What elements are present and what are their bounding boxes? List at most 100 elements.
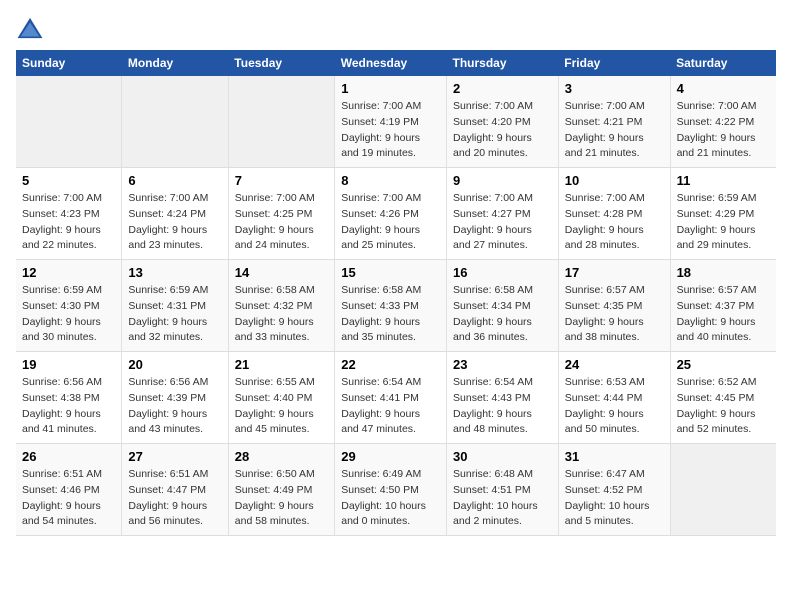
day-info: Sunrise: 7:00 AM Sunset: 4:22 PM Dayligh… [677, 99, 770, 162]
day-info: Sunrise: 6:47 AM Sunset: 4:52 PM Dayligh… [565, 467, 664, 530]
week-row-3: 12 Sunrise: 6:59 AM Sunset: 4:30 PM Dayli… [16, 260, 776, 352]
week-row-1: 1 Sunrise: 7:00 AM Sunset: 4:19 PM Daylig… [16, 76, 776, 168]
calendar-cell [16, 76, 122, 168]
calendar-cell: 16 Sunrise: 6:58 AM Sunset: 4:34 PM Dayli… [447, 260, 559, 352]
day-info: Sunrise: 6:59 AM Sunset: 4:30 PM Dayligh… [22, 283, 115, 346]
day-number: 9 [453, 173, 552, 188]
day-info: Sunrise: 6:59 AM Sunset: 4:31 PM Dayligh… [128, 283, 221, 346]
calendar-cell: 24 Sunrise: 6:53 AM Sunset: 4:44 PM Dayli… [558, 352, 670, 444]
day-number: 20 [128, 357, 221, 372]
day-number: 26 [22, 449, 115, 464]
calendar-cell: 9 Sunrise: 7:00 AM Sunset: 4:27 PM Daylig… [447, 168, 559, 260]
week-row-4: 19 Sunrise: 6:56 AM Sunset: 4:38 PM Dayli… [16, 352, 776, 444]
calendar-cell: 28 Sunrise: 6:50 AM Sunset: 4:49 PM Dayli… [228, 444, 334, 536]
calendar-cell: 23 Sunrise: 6:54 AM Sunset: 4:43 PM Dayli… [447, 352, 559, 444]
day-info: Sunrise: 7:00 AM Sunset: 4:27 PM Dayligh… [453, 191, 552, 254]
day-info: Sunrise: 6:59 AM Sunset: 4:29 PM Dayligh… [677, 191, 770, 254]
day-number: 10 [565, 173, 664, 188]
calendar-cell: 29 Sunrise: 6:49 AM Sunset: 4:50 PM Dayli… [335, 444, 447, 536]
day-number: 19 [22, 357, 115, 372]
weekday-header-friday: Friday [558, 50, 670, 76]
day-info: Sunrise: 7:00 AM Sunset: 4:23 PM Dayligh… [22, 191, 115, 254]
day-number: 15 [341, 265, 440, 280]
day-info: Sunrise: 7:00 AM Sunset: 4:20 PM Dayligh… [453, 99, 552, 162]
calendar-cell [670, 444, 776, 536]
day-number: 25 [677, 357, 770, 372]
day-number: 1 [341, 81, 440, 96]
weekday-header-sunday: Sunday [16, 50, 122, 76]
day-number: 4 [677, 81, 770, 96]
weekday-header-saturday: Saturday [670, 50, 776, 76]
day-number: 14 [235, 265, 328, 280]
day-info: Sunrise: 6:54 AM Sunset: 4:41 PM Dayligh… [341, 375, 440, 438]
calendar-cell: 22 Sunrise: 6:54 AM Sunset: 4:41 PM Dayli… [335, 352, 447, 444]
day-info: Sunrise: 6:58 AM Sunset: 4:32 PM Dayligh… [235, 283, 328, 346]
calendar-cell: 13 Sunrise: 6:59 AM Sunset: 4:31 PM Dayli… [122, 260, 228, 352]
calendar-cell: 6 Sunrise: 7:00 AM Sunset: 4:24 PM Daylig… [122, 168, 228, 260]
day-info: Sunrise: 7:00 AM Sunset: 4:24 PM Dayligh… [128, 191, 221, 254]
day-number: 18 [677, 265, 770, 280]
day-number: 30 [453, 449, 552, 464]
day-info: Sunrise: 7:00 AM Sunset: 4:19 PM Dayligh… [341, 99, 440, 162]
calendar-cell: 5 Sunrise: 7:00 AM Sunset: 4:23 PM Daylig… [16, 168, 122, 260]
day-number: 12 [22, 265, 115, 280]
calendar-cell: 15Sunrise: 6:58 AM Sunset: 4:33 PM Dayli… [335, 260, 447, 352]
calendar-cell: 3 Sunrise: 7:00 AM Sunset: 4:21 PM Daylig… [558, 76, 670, 168]
week-row-2: 5 Sunrise: 7:00 AM Sunset: 4:23 PM Daylig… [16, 168, 776, 260]
day-info: Sunrise: 7:00 AM Sunset: 4:21 PM Dayligh… [565, 99, 664, 162]
calendar-cell: 27 Sunrise: 6:51 AM Sunset: 4:47 PM Dayli… [122, 444, 228, 536]
day-info: Sunrise: 6:51 AM Sunset: 4:46 PM Dayligh… [22, 467, 115, 530]
weekday-header-monday: Monday [122, 50, 228, 76]
calendar-cell: 7 Sunrise: 7:00 AM Sunset: 4:25 PM Daylig… [228, 168, 334, 260]
weekday-header-tuesday: Tuesday [228, 50, 334, 76]
calendar-cell: 18 Sunrise: 6:57 AM Sunset: 4:37 PM Dayli… [670, 260, 776, 352]
day-number: 8 [341, 173, 440, 188]
page-header [16, 16, 776, 40]
logo-icon [16, 16, 44, 40]
day-info: Sunrise: 6:53 AM Sunset: 4:44 PM Dayligh… [565, 375, 664, 438]
weekday-header-wednesday: Wednesday [335, 50, 447, 76]
calendar-cell: 30 Sunrise: 6:48 AM Sunset: 4:51 PM Dayli… [447, 444, 559, 536]
day-number: 3 [565, 81, 664, 96]
calendar-cell: 21 Sunrise: 6:55 AM Sunset: 4:40 PM Dayli… [228, 352, 334, 444]
day-number: 22 [341, 357, 440, 372]
calendar-cell: 1 Sunrise: 7:00 AM Sunset: 4:19 PM Daylig… [335, 76, 447, 168]
day-info: Sunrise: 6:51 AM Sunset: 4:47 PM Dayligh… [128, 467, 221, 530]
day-info: Sunrise: 6:48 AM Sunset: 4:51 PM Dayligh… [453, 467, 552, 530]
day-info: Sunrise: 6:54 AM Sunset: 4:43 PM Dayligh… [453, 375, 552, 438]
week-row-5: 26 Sunrise: 6:51 AM Sunset: 4:46 PM Dayli… [16, 444, 776, 536]
day-number: 11 [677, 173, 770, 188]
calendar-cell: 4 Sunrise: 7:00 AM Sunset: 4:22 PM Daylig… [670, 76, 776, 168]
day-number: 6 [128, 173, 221, 188]
day-number: 28 [235, 449, 328, 464]
day-info: Sunrise: 6:57 AM Sunset: 4:35 PM Dayligh… [565, 283, 664, 346]
day-info: Sunrise: 6:52 AM Sunset: 4:45 PM Dayligh… [677, 375, 770, 438]
day-number: 29 [341, 449, 440, 464]
day-info: Sunrise: 6:49 AM Sunset: 4:50 PM Dayligh… [341, 467, 440, 530]
day-number: 13 [128, 265, 221, 280]
day-number: 21 [235, 357, 328, 372]
calendar-cell [122, 76, 228, 168]
calendar-cell: 26 Sunrise: 6:51 AM Sunset: 4:46 PM Dayli… [16, 444, 122, 536]
day-number: 2 [453, 81, 552, 96]
day-info: Sunrise: 6:55 AM Sunset: 4:40 PM Dayligh… [235, 375, 328, 438]
day-info: Sunrise: 6:50 AM Sunset: 4:49 PM Dayligh… [235, 467, 328, 530]
day-info: Sunrise: 7:00 AM Sunset: 4:28 PM Dayligh… [565, 191, 664, 254]
day-number: 24 [565, 357, 664, 372]
day-info: Sunrise: 7:00 AM Sunset: 4:25 PM Dayligh… [235, 191, 328, 254]
weekday-header-row: SundayMondayTuesdayWednesdayThursdayFrid… [16, 50, 776, 76]
day-number: 23 [453, 357, 552, 372]
day-number: 16 [453, 265, 552, 280]
calendar-cell: 31 Sunrise: 6:47 AM Sunset: 4:52 PM Dayli… [558, 444, 670, 536]
calendar-table: SundayMondayTuesdayWednesdayThursdayFrid… [16, 50, 776, 536]
day-info: Sunrise: 6:57 AM Sunset: 4:37 PM Dayligh… [677, 283, 770, 346]
calendar-cell: 2 Sunrise: 7:00 AM Sunset: 4:20 PM Daylig… [447, 76, 559, 168]
day-number: 5 [22, 173, 115, 188]
day-number: 31 [565, 449, 664, 464]
day-number: 7 [235, 173, 328, 188]
day-number: 27 [128, 449, 221, 464]
day-info: Sunrise: 7:00 AM Sunset: 4:26 PM Dayligh… [341, 191, 440, 254]
day-info: Sunrise: 6:56 AM Sunset: 4:38 PM Dayligh… [22, 375, 115, 438]
calendar-cell: 25 Sunrise: 6:52 AM Sunset: 4:45 PM Dayli… [670, 352, 776, 444]
day-info: Sunrise: 6:58 AM Sunset: 4:34 PM Dayligh… [453, 283, 552, 346]
